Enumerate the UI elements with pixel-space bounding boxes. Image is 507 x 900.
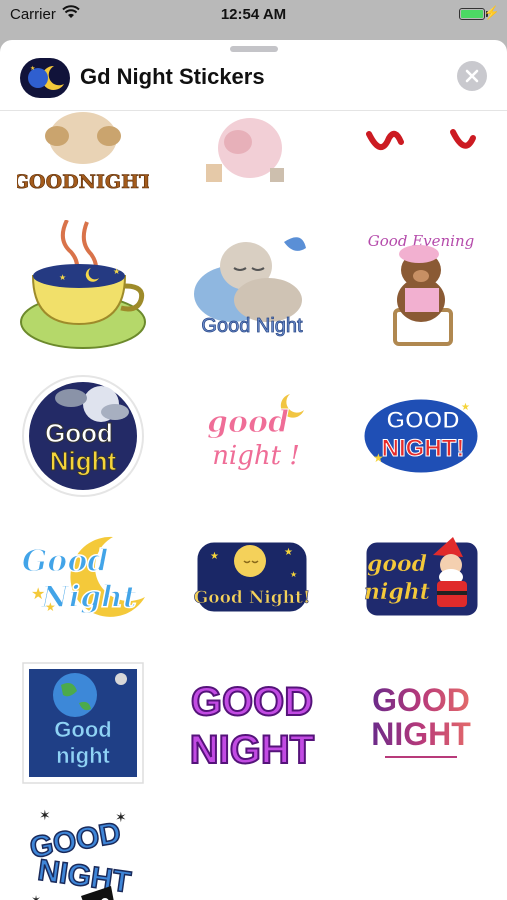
svg-text:★: ★ (31, 586, 45, 603)
sticker-good-night-moon-circle[interactable]: Good Night (17, 370, 149, 502)
svg-text:★: ★ (113, 267, 120, 276)
sticker-text-line1: Good (45, 418, 113, 448)
sheet-grabber[interactable] (230, 46, 278, 52)
sticker-good-night-pink-script[interactable]: good night ! (186, 370, 318, 502)
svg-text:✶: ✶ (39, 807, 51, 823)
sticker-text-line1: Good (54, 717, 111, 742)
sticker-text-line2: night (364, 579, 430, 605)
svg-text:✶: ✶ (31, 893, 41, 900)
sticker-good-night-earth[interactable]: Good night (17, 655, 149, 787)
sticker-grid[interactable]: GOODNIGHT ★ ★ Good Night Good Evening Go… (0, 40, 507, 900)
svg-text:★: ★ (45, 600, 56, 614)
svg-text:★: ★ (210, 551, 219, 562)
sticker-good-night-blue-stars[interactable]: ✶ ✶ ✶ GOOD NIGHT (17, 800, 149, 900)
svg-text:★: ★ (373, 451, 384, 465)
sticker-text-line1: GOOD (386, 407, 459, 434)
close-button[interactable] (457, 61, 487, 91)
sticker-text-line2: NIGHT! (382, 435, 465, 462)
sticker-text-line1: Good (22, 544, 109, 579)
sticker-text-line1: good (207, 405, 289, 440)
sticker-sheet: GOODNIGHT ★ ★ Good Night Good Evening Go… (0, 40, 507, 900)
svg-text:★: ★ (290, 570, 297, 579)
app-icon: ★ (20, 58, 70, 98)
sticker-text-line1: good (367, 551, 427, 577)
app-title: Gd Night Stickers (80, 64, 265, 89)
sticker-text-line2: night (56, 743, 110, 768)
sticker-text-line2: NIGHT (371, 716, 471, 752)
battery-icon (459, 8, 485, 20)
sticker-good-night-galaxy[interactable]: GOOD NIGHT (355, 655, 487, 787)
sticker-sleeping-cat[interactable]: Good Night (186, 220, 318, 352)
svg-text:★: ★ (461, 402, 470, 413)
sticker-text-line1: GOOD (372, 682, 470, 718)
sticker-good-night-starry-moon[interactable]: ★ ★ ★ Good Night! (186, 515, 318, 647)
sticker-teacup-moon[interactable]: ★ ★ (17, 220, 149, 352)
sticker-good-night-blue-badge[interactable]: GOOD NIGHT! ★ ★ (355, 370, 487, 502)
sticker-text-line2: night ! (212, 441, 300, 471)
sticker-text: Good Night (201, 315, 303, 337)
sticker-text: GOODNIGHT (17, 171, 149, 193)
svg-text:★: ★ (284, 547, 293, 558)
sticker-good-night-santa[interactable]: good night (355, 515, 487, 647)
sticker-text-line2: NIGHT (36, 854, 133, 900)
status-bar: Carrier 12:54 AM ⚡ (0, 0, 507, 30)
sticker-good-night-purple-bold[interactable]: GOOD NIGHT (186, 655, 318, 787)
clock: 12:54 AM (220, 6, 287, 23)
sticker-good-evening-bear[interactable]: Good Evening (355, 220, 487, 352)
sticker-text: Good Night! (194, 588, 311, 608)
sticker-text-line2: NIGHT (190, 728, 314, 772)
sticker-text-line2: Night (50, 446, 117, 476)
sticker-text-line1: GOOD (191, 680, 313, 724)
charging-icon: ⚡ (483, 5, 500, 20)
svg-text:★: ★ (59, 273, 66, 282)
close-icon (465, 69, 479, 83)
sticker-good-night-crescent[interactable]: Good Night ★ ★ (17, 515, 149, 647)
sticker-app-header: ★ Gd Night Stickers (0, 54, 507, 111)
svg-text:★: ★ (30, 65, 35, 72)
